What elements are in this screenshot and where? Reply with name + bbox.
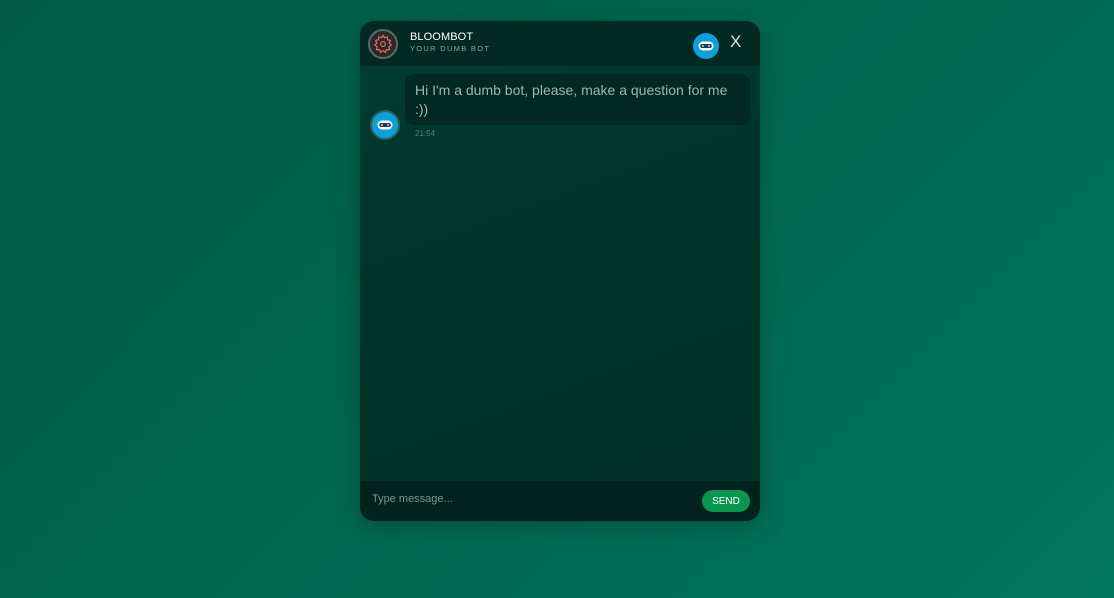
message-composer: SEND xyxy=(360,481,760,521)
close-button[interactable]: X xyxy=(730,32,741,52)
brand-avatar xyxy=(368,29,398,59)
message-input[interactable] xyxy=(362,487,712,511)
bot-message-bubble: Hi I'm a dumb bot, please, make a questi… xyxy=(405,74,750,125)
message-bot-avatar xyxy=(370,110,400,140)
send-button[interactable]: SEND xyxy=(702,490,750,512)
bot-face-icon xyxy=(377,120,393,130)
bot-tagline: YOUR DUMB BOT xyxy=(410,44,491,53)
gear-flower-icon xyxy=(373,34,393,54)
bot-face-icon xyxy=(698,41,714,51)
message-timestamp: 21:54 xyxy=(415,129,436,138)
bot-name: BLOOMBOT xyxy=(410,31,474,43)
chat-window: BLOOMBOT YOUR DUMB BOT X Hi I'm a dumb b… xyxy=(360,21,760,521)
chat-header: BLOOMBOT YOUR DUMB BOT X xyxy=(360,21,760,66)
bot-avatar-button[interactable] xyxy=(693,33,719,59)
